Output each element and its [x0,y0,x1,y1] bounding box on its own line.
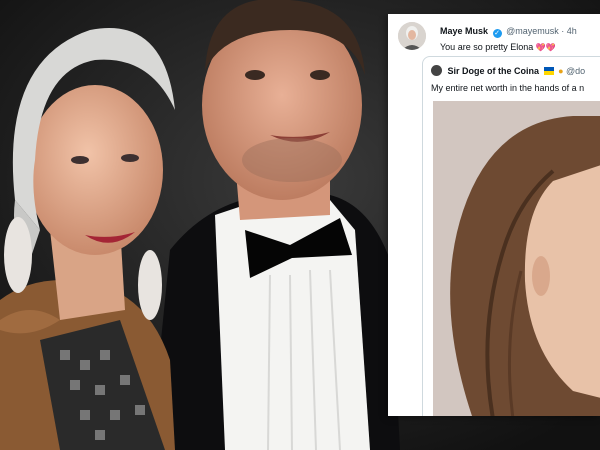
quoted-tweet-text: My entire net worth in the hands of a n [431,83,585,93]
avatar-icon [398,22,426,50]
tweet-text-line: You are so pretty Elona 💖💖 [440,42,556,52]
tweet-text: You are so pretty Elona [440,42,534,52]
quoted-tweet-header: Sir Doge of the Coina ● @do [431,65,585,76]
separator-dot: · [561,26,565,36]
quoted-tweet[interactable]: Sir Doge of the Coina ● @do My entire ne… [422,56,600,416]
verified-badge-icon: ✓ [492,29,502,38]
ukraine-flag-icon [543,67,554,75]
tweet-time[interactable]: 4h [567,26,577,36]
doge-avatar-icon [431,65,442,76]
author-avatar[interactable] [398,22,426,50]
tweet-card: Maye Musk ✓ @mayemusk · 4h You are so pr… [388,14,600,416]
author-handle[interactable]: @mayemusk [506,26,559,36]
quoted-tweet-image[interactable] [433,101,600,416]
author-name[interactable]: Maye Musk [440,26,488,36]
tweet-header: Maye Musk ✓ @mayemusk · 4h You are so pr… [396,20,600,60]
quoted-author-name: Sir Doge of the Coina [447,66,540,76]
quoted-author-handle: @do [566,66,586,76]
cat-emoji-icon: ● [558,66,564,76]
heart-emoji-icon: 💖💖 [535,43,556,52]
